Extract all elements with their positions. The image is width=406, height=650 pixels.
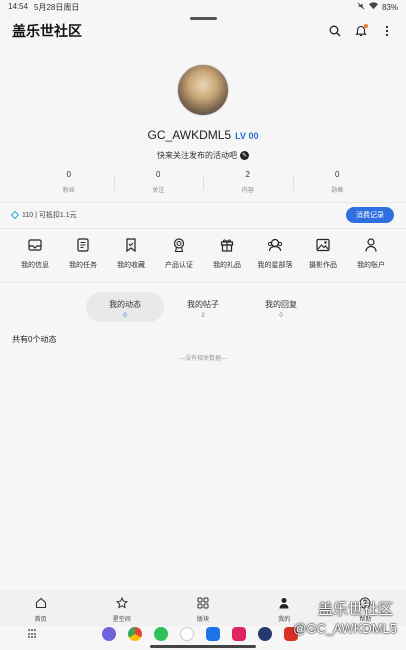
gift-icon <box>218 236 236 254</box>
stat-value: 2 <box>245 170 250 179</box>
gesture-bar <box>150 645 256 648</box>
menu-label: 摄影作品 <box>309 262 337 269</box>
badge-icon <box>170 236 188 254</box>
menu-label: 我的信息 <box>21 262 49 269</box>
image-icon <box>314 236 332 254</box>
tab-my-posts[interactable]: 我的帖子 2 <box>164 292 242 322</box>
diamond-icon <box>10 210 20 220</box>
menu-my-tribe[interactable]: 我的星部落 <box>252 236 298 270</box>
watermark-title: 盖乐世社区 <box>318 601 394 618</box>
stat-value: 0 <box>66 170 71 179</box>
menu-label: 我的任务 <box>69 262 97 269</box>
wifi-icon <box>369 2 378 12</box>
app-drawer-icon[interactable] <box>28 629 38 639</box>
star-icon <box>115 596 129 610</box>
menu-label: 我的账户 <box>357 262 385 269</box>
level-badge: LV 00 <box>235 131 259 141</box>
stat-medals[interactable]: 0 勋章 <box>292 170 383 194</box>
tab-my-replies[interactable]: 我的回复 0 <box>242 292 320 322</box>
menu-product-certification[interactable]: 产品认证 <box>156 236 202 270</box>
tab-count: 2 <box>201 313 205 319</box>
wechat-icon[interactable] <box>154 627 168 641</box>
search-icon[interactable] <box>328 24 342 38</box>
tab-label: 我的帖子 <box>187 300 219 309</box>
feed-count: 共有0个动态 <box>12 335 57 344</box>
home-icon <box>34 596 48 610</box>
divider <box>0 202 406 203</box>
stat-label: 粉丝 <box>62 188 75 194</box>
stats-row: 0 粉丝 0 关注 2 内容 0 勋章 <box>24 170 382 194</box>
stat-fans[interactable]: 0 粉丝 <box>24 170 114 194</box>
menu-label: 我的收藏 <box>117 262 145 269</box>
menu-label: 我的星部落 <box>257 262 293 269</box>
chrome-icon[interactable] <box>128 627 142 641</box>
person-icon <box>277 596 291 610</box>
nav-sections[interactable]: 版块 <box>162 590 243 626</box>
group-icon <box>266 236 284 254</box>
app-dock <box>102 627 298 641</box>
nav-label: 首页 <box>34 617 47 623</box>
consumption-record-button[interactable]: 消费记录 <box>346 207 394 223</box>
menu-my-tasks[interactable]: 我的任务 <box>60 236 106 270</box>
nav-label: 星空间 <box>112 617 131 623</box>
user-icon <box>362 236 380 254</box>
notification-bell-icon[interactable] <box>354 24 368 38</box>
edit-pencil-icon[interactable]: ✎ <box>240 151 249 160</box>
app-shortcut-icon[interactable] <box>102 627 116 641</box>
mail-icon <box>26 236 44 254</box>
tab-label: 我的回复 <box>265 300 297 309</box>
menu-my-info[interactable]: 我的信息 <box>12 236 58 270</box>
tab-count: 0 <box>279 313 283 319</box>
stat-label: 勋章 <box>331 188 344 194</box>
task-list-icon <box>74 236 92 254</box>
nav-home[interactable]: 首页 <box>0 590 81 626</box>
menu-my-account[interactable]: 我的账户 <box>348 236 394 270</box>
nav-star-space[interactable]: 星空间 <box>81 590 162 626</box>
mute-icon <box>357 2 365 12</box>
feature-menu: 我的信息 我的任务 我的收藏 产品认证 我的礼品 我的星部落 摄影作品 我的账户 <box>12 236 394 270</box>
stat-label: 关注 <box>152 188 165 194</box>
points-row: 110 | 可抵扣1.1元 消费记录 <box>10 207 394 223</box>
avatar[interactable] <box>177 64 229 116</box>
stat-label: 内容 <box>241 188 254 194</box>
watermark: 盖乐世社区 @GC_AWKDML5 <box>293 598 397 636</box>
outlook-icon[interactable] <box>206 627 220 641</box>
nav-label: 版块 <box>197 617 210 623</box>
tab-count: 0 <box>123 313 127 319</box>
divider <box>0 282 406 283</box>
app-title: 盖乐世社区 <box>12 23 82 39</box>
stat-value: 0 <box>335 170 340 179</box>
bookmark-icon <box>122 236 140 254</box>
status-bar: 14:54 5月28日周日 83% <box>0 0 406 14</box>
bio-text: 快来关注发布的活动吧 <box>157 151 237 160</box>
more-options-icon[interactable] <box>380 24 394 38</box>
menu-photography[interactable]: 摄影作品 <box>300 236 346 270</box>
stat-following[interactable]: 0 关注 <box>113 170 204 194</box>
settings-icon[interactable] <box>258 627 272 641</box>
stat-value: 0 <box>156 170 161 179</box>
tab-my-activity[interactable]: 我的动态 0 <box>86 292 164 322</box>
username: GC_AWKDML5 <box>147 128 232 142</box>
profile-section: GC_AWKDML5 LV 00 快来关注发布的活动吧 ✎ <box>0 64 406 161</box>
qq-icon[interactable] <box>180 627 194 641</box>
menu-my-favorites[interactable]: 我的收藏 <box>108 236 154 270</box>
grid-icon <box>196 596 210 610</box>
divider <box>0 228 406 229</box>
menu-label: 产品认证 <box>165 262 193 269</box>
points-text: 110 | 可抵扣1.1元 <box>22 212 77 219</box>
menu-my-gifts[interactable]: 我的礼品 <box>204 236 250 270</box>
app-header: 盖乐世社区 <box>0 20 406 42</box>
status-time: 14:54 <box>8 1 29 11</box>
empty-state-text: ---没有相关数据--- <box>179 356 227 362</box>
tab-label: 我的动态 <box>109 300 141 309</box>
stat-content[interactable]: 2 内容 <box>203 170 293 194</box>
app-shortcut-icon[interactable] <box>232 627 246 641</box>
notification-dot <box>364 24 368 28</box>
watermark-user: @GC_AWKDML5 <box>293 621 398 636</box>
battery-level: 83% <box>381 2 398 12</box>
status-date: 5月28日周日 <box>34 2 80 12</box>
content-tabs: 我的动态 0 我的帖子 2 我的回复 0 <box>86 292 320 322</box>
menu-label: 我的礼品 <box>213 262 241 269</box>
